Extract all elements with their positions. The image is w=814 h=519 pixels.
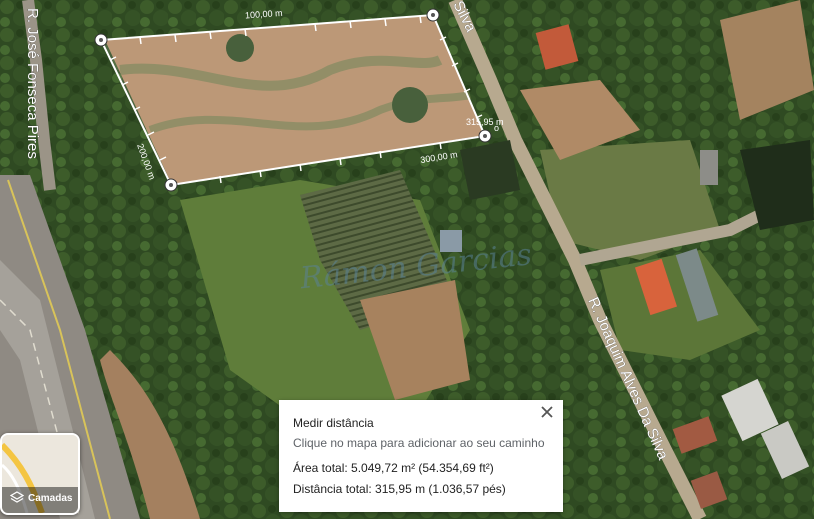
measure-distance-panel: Medir distância Clique no mapa para adic…	[279, 400, 563, 512]
panel-hint: Clique no mapa para adicionar ao seu cam…	[293, 436, 545, 450]
panel-title: Medir distância	[293, 416, 374, 430]
close-icon[interactable]	[539, 404, 555, 420]
layers-button[interactable]: Camadas	[0, 433, 80, 515]
layers-label: Camadas	[28, 492, 73, 504]
total-area: Área total: 5.049,72 m² (54.354,69 ft²)	[293, 461, 494, 475]
layers-icon	[10, 491, 24, 503]
layers-label-group: Camadas	[10, 491, 72, 505]
close-path-marker: o	[494, 123, 499, 133]
total-distance: Distância total: 315,95 m (1.036,57 pés)	[293, 482, 506, 496]
street-label-jose-fonseca-pires: R. José Fonseca Pires	[24, 8, 41, 159]
